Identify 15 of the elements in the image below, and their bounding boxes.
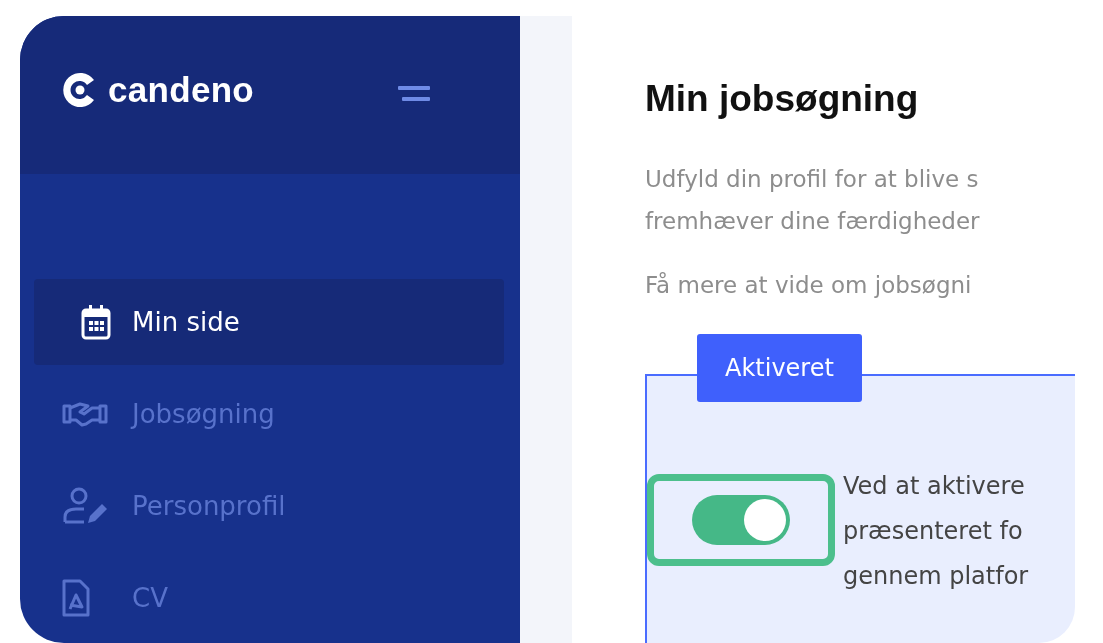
pdf-file-icon [62,579,90,617]
nav-item[interactable]: Jobsøgning [34,371,504,457]
user-edit-icon [62,487,108,525]
nav-item[interactable]: Min side [34,279,504,365]
status-badge: Aktiveret [697,334,862,402]
logo-text: candeno [108,70,254,110]
activation-description: Ved at aktivere præsenteret fo gennem platfor [843,471,1029,592]
page-title: Min jobsøgning [645,78,920,120]
nav-item[interactable]: CV [34,555,504,641]
calendar-icon [80,304,112,340]
info-text: Få mere at vide om jobsøgni [645,272,973,298]
handshake-icon [62,400,108,428]
intro-text: Udfyld din profil for at blive s fremhæver dine færdigheder [645,165,981,236]
nav-item[interactable]: Personprofil [34,463,504,549]
toggle-switch[interactable] [692,495,790,545]
